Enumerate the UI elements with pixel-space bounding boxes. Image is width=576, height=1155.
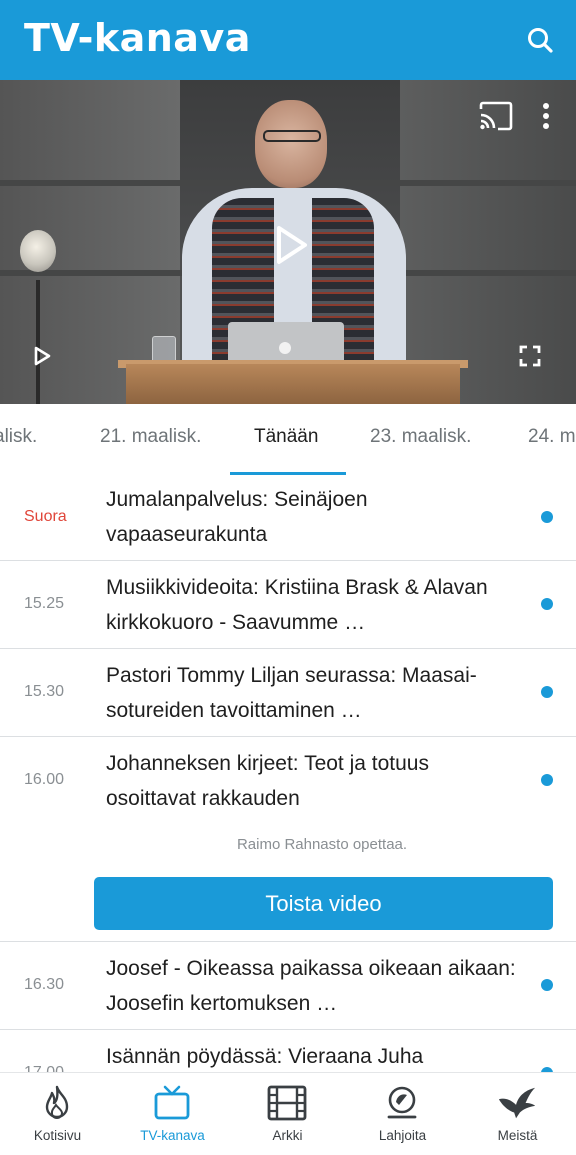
nav-item-donate[interactable]: Lahjoita — [345, 1073, 460, 1155]
search-icon[interactable] — [522, 22, 558, 58]
program-description: Raimo Rahnasto opettaa. — [236, 836, 408, 853]
page-title: TV-kanava — [24, 16, 251, 60]
video-frame — [126, 364, 460, 404]
nav-label: Meistä — [497, 1128, 538, 1143]
tab-date[interactable]: 24. m — [528, 426, 576, 456]
live-label: Suora — [24, 508, 67, 525]
tv-icon — [152, 1083, 192, 1123]
divider — [0, 941, 576, 942]
video-frame — [255, 100, 327, 188]
status-dot — [541, 686, 553, 698]
nav-item-home[interactable]: Kotisivu — [0, 1073, 115, 1155]
program-title: Isännän pöydässä: Vieraana Juha — [106, 1045, 424, 1068]
app-bar: TV-kanava — [0, 0, 576, 80]
program-title: Jumalanpalvelus: Seinäjoen vapaaseurakun… — [106, 488, 368, 546]
tab-date[interactable]: 23. maalisk. — [370, 426, 471, 456]
program-title: Johanneksen kirjeet: Teot ja totuus osoi… — [106, 752, 429, 810]
dove-icon — [497, 1083, 537, 1123]
status-dot — [541, 511, 553, 523]
video-player[interactable] — [0, 80, 576, 404]
status-dot — [541, 979, 553, 991]
program-time: 15.25 — [24, 595, 65, 612]
donate-icon — [382, 1083, 422, 1123]
bottom-navigation: Kotisivu TV-kanava Arkki Lahjoita Meistä — [0, 1072, 576, 1155]
video-frame — [279, 342, 291, 354]
more-vert-icon[interactable] — [532, 98, 560, 134]
status-dot — [541, 598, 553, 610]
nav-label: Kotisivu — [33, 1128, 82, 1143]
divider — [0, 648, 576, 649]
tab-today[interactable]: Tänään — [254, 426, 318, 456]
tab-date[interactable]: alisk. — [0, 426, 37, 456]
nav-label: Lahjoita — [378, 1128, 427, 1143]
program-time: 16.30 — [24, 976, 65, 993]
divider — [0, 736, 576, 737]
date-tabs: alisk. 21. maalisk. Tänään 23. maalisk. … — [0, 404, 576, 476]
program-time: 17.00 — [24, 1064, 64, 1072]
program-title: Pastori Tommy Liljan seurassa: Maasai-so… — [106, 664, 477, 722]
play-video-button[interactable]: Toista video — [94, 877, 553, 930]
program-time: 15.30 — [24, 683, 65, 700]
video-frame — [263, 130, 321, 142]
film-icon — [267, 1083, 307, 1123]
nav-label: Arkki — [272, 1128, 303, 1143]
program-time: 16.00 — [24, 771, 65, 788]
program-title: Musiikkivideoita: Kristiina Brask & Alav… — [106, 576, 488, 634]
divider — [0, 1029, 576, 1030]
schedule-list[interactable]: Suora Jumalanpalvelus: Seinäjoen vapaase… — [0, 474, 576, 1072]
video-frame — [20, 230, 56, 272]
flame-icon — [37, 1083, 77, 1123]
status-dot — [541, 774, 553, 786]
nav-item-tv[interactable]: TV-kanava — [115, 1073, 230, 1155]
program-title: Joosef - Oikeassa paikassa oikeaan aikaa… — [106, 957, 516, 1015]
nav-item-about[interactable]: Meistä — [460, 1073, 575, 1155]
nav-item-arkki[interactable]: Arkki — [230, 1073, 345, 1155]
nav-label: TV-kanava — [140, 1128, 205, 1143]
divider — [0, 560, 576, 561]
play-icon[interactable] — [266, 220, 316, 270]
tab-date[interactable]: 21. maalisk. — [100, 426, 201, 456]
small-play-icon[interactable] — [28, 342, 56, 370]
fullscreen-icon[interactable] — [514, 340, 546, 372]
cast-icon[interactable] — [476, 98, 516, 134]
